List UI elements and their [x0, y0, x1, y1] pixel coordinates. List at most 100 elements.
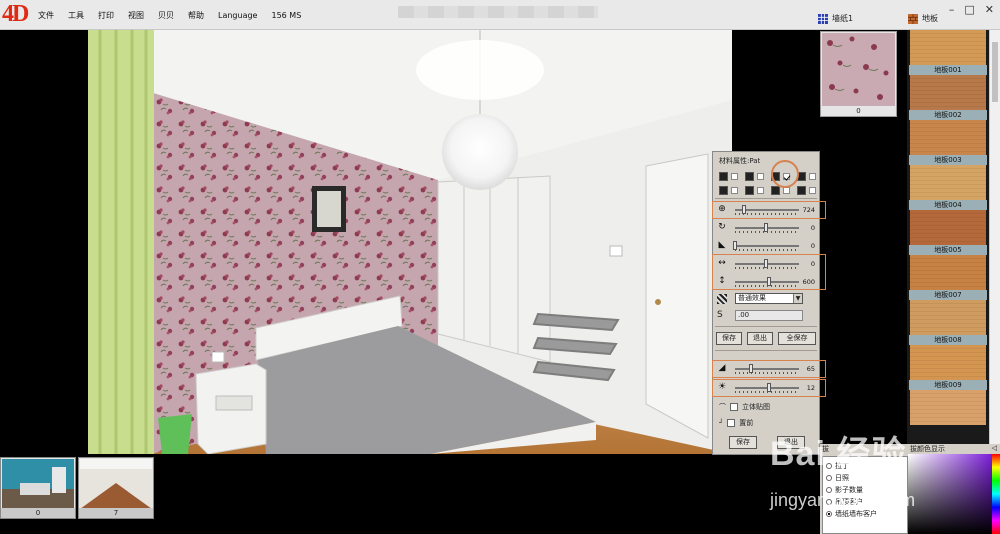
mirror-h-icon[interactable]	[719, 172, 728, 181]
chevron-down-icon[interactable]: ▼	[793, 294, 802, 303]
tile-c-checkbox[interactable]	[783, 187, 790, 194]
floor-swatch	[910, 345, 986, 380]
zoom-icon: ⊕	[718, 204, 726, 214]
room-render-view[interactable]	[88, 30, 732, 454]
bring-front-label: 置前	[739, 419, 754, 427]
slider-row: ↻ 0	[717, 221, 819, 235]
slider-handle[interactable]	[764, 259, 768, 268]
radio-button[interactable]	[826, 475, 832, 481]
slider-handle[interactable]	[733, 241, 737, 250]
close-icon[interactable]: ✕	[985, 3, 994, 16]
mirror-v-checkbox[interactable]	[757, 173, 764, 180]
tile-c-icon[interactable]	[771, 186, 780, 195]
scrollbar-thumb[interactable]	[992, 42, 998, 102]
bring-front-row: ┘ 置前	[719, 417, 753, 429]
slider-row: ↕ 600	[717, 275, 819, 289]
floor-swatch	[910, 255, 986, 290]
effect-select-value: 普通效果	[738, 294, 766, 302]
exit-button[interactable]: 退出	[747, 332, 773, 345]
tilt-icon: ◣	[718, 240, 726, 250]
save-button-2[interactable]: 保存	[729, 436, 757, 449]
slider-ticks	[735, 372, 799, 374]
bring-front-checkbox[interactable]	[727, 419, 736, 427]
floor-swatch	[910, 165, 986, 200]
floor-item[interactable]: 地板002	[909, 75, 987, 120]
slider-handle[interactable]	[767, 277, 772, 286]
vertical-icon: ↕	[718, 276, 726, 286]
floor-item[interactable]: 地板008	[909, 300, 987, 345]
floor-item[interactable]: 地板001	[909, 30, 987, 75]
floor-label: 地板007	[909, 290, 987, 300]
save-button[interactable]: 保存	[716, 332, 742, 345]
category-floor[interactable]: 地板	[908, 13, 938, 24]
wallpaper-swatch	[822, 33, 895, 106]
horizontal-icon: ↔	[718, 258, 726, 268]
floor-label: 地板004	[909, 200, 987, 210]
menu-view[interactable]: 视图	[128, 10, 144, 21]
stripe-h-icon[interactable]	[719, 186, 728, 195]
stripe-v-icon[interactable]	[745, 186, 754, 195]
slider-track[interactable]	[735, 245, 799, 247]
highlight-circle	[771, 160, 799, 188]
category-wallpaper-label: 墙纸1	[832, 14, 854, 23]
slider-handle[interactable]	[742, 205, 747, 214]
category-wallpaper[interactable]: 墙纸1	[818, 13, 853, 24]
floor-item[interactable]: 地板004	[909, 165, 987, 210]
menu-language[interactable]: Language	[218, 11, 257, 20]
grid-icon	[818, 13, 828, 24]
category-floor-label: 地板	[922, 14, 938, 23]
slider-row: ◣ 0	[717, 239, 819, 253]
save-all-button[interactable]: 全保存	[778, 332, 816, 345]
3d-map-label: 立体贴图	[742, 403, 770, 411]
maximize-icon[interactable]: □	[964, 3, 974, 16]
mirror-h-checkbox[interactable]	[731, 173, 738, 180]
effect-select[interactable]: 普通效果 ▼	[735, 293, 803, 304]
effect-row: 普通效果 ▼	[717, 293, 817, 305]
color-gradient-picker[interactable]	[908, 454, 992, 534]
floor-item[interactable]: 地板009	[909, 345, 987, 390]
menu-file[interactable]: 文件	[38, 10, 54, 21]
scene-thumb-image	[2, 459, 74, 509]
tile-d-icon[interactable]	[797, 186, 806, 195]
s-curve-icon: S	[717, 310, 723, 320]
slider-handle[interactable]	[748, 364, 753, 373]
menu-tools[interactable]: 工具	[68, 10, 84, 21]
floor-item[interactable]	[909, 390, 987, 435]
collapse-icon[interactable]: ◁	[992, 444, 997, 452]
slider-track[interactable]	[735, 368, 799, 370]
mirror-v-icon[interactable]	[745, 172, 754, 181]
menu-bar: 文件 工具 打印 视图 贝贝 帮助 Language 156 MS	[38, 0, 301, 30]
watermark-url: jingyan.baidu.com	[770, 490, 916, 510]
floor-label: 地板002	[909, 110, 987, 120]
slider-value: 12	[806, 384, 815, 392]
app-logo: 4D	[2, 1, 29, 27]
hue-slider[interactable]	[992, 454, 1000, 534]
menu-help[interactable]: 帮助	[188, 10, 204, 21]
tile-d-checkbox[interactable]	[809, 187, 816, 194]
floor-item[interactable]: 地板005	[909, 210, 987, 255]
slider-handle[interactable]	[764, 223, 768, 232]
menu-print[interactable]: 打印	[98, 10, 114, 21]
slider-row: ↔ 0	[717, 257, 819, 271]
scene-thumb[interactable]: 0	[0, 457, 76, 519]
menu-beibei[interactable]: 贝贝	[158, 10, 174, 21]
3d-map-icon: ⌒	[719, 403, 726, 411]
floor-list-scrollbar[interactable]	[989, 30, 1000, 444]
slider-handle[interactable]	[767, 383, 772, 392]
scene-thumb-caption: 7	[79, 508, 153, 518]
radio-button[interactable]	[826, 511, 832, 517]
3d-map-checkbox[interactable]	[730, 403, 738, 411]
floor-item[interactable]: 地板003	[909, 120, 987, 165]
divider	[715, 198, 817, 199]
stripe-h-checkbox[interactable]	[731, 187, 738, 194]
rotate-icon: ↻	[718, 222, 726, 232]
scene-thumb[interactable]: 7	[78, 457, 154, 519]
tile-b-checkbox[interactable]	[809, 173, 816, 180]
number-field[interactable]: .00	[735, 310, 803, 321]
bring-front-icon: ┘	[719, 419, 724, 427]
floor-item[interactable]: 地板007	[909, 255, 987, 300]
minimize-icon[interactable]: –	[949, 3, 955, 16]
wallpaper-thumbnail[interactable]: 0	[820, 31, 897, 117]
brightness-icon: ◢	[718, 363, 726, 373]
stripe-v-checkbox[interactable]	[757, 187, 764, 194]
